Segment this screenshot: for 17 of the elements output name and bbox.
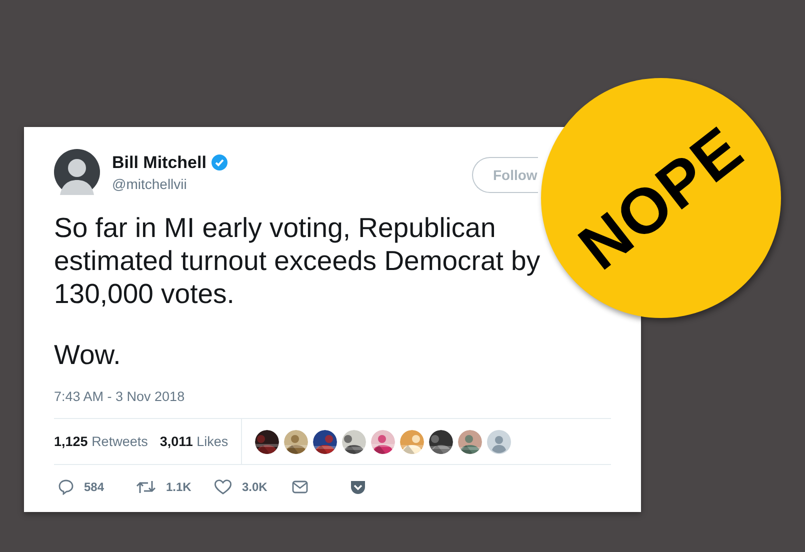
reply-icon[interactable] [58,479,74,495]
action-count: 584 [84,480,104,494]
default-avatar-icon[interactable] [487,430,512,454]
tweet-text: Wow. [54,338,122,371]
action-count: 1.1K [166,480,192,494]
heart-icon[interactable] [214,479,232,495]
pocket-icon[interactable] [350,480,366,494]
author-handle[interactable]: @mitchellvii [112,176,460,192]
stat-count[interactable]: 1,125 Retweets [54,434,148,449]
avatar[interactable] [54,149,100,195]
tweet-timestamp[interactable]: 7:43 AM - 3 Nov 2018 [54,389,611,404]
envelope-icon[interactable] [292,480,308,494]
retweet-icon[interactable] [136,479,156,495]
action-count: 3.0K [242,480,268,494]
author-name[interactable]: Bill Mitchell [112,152,206,172]
stat-count[interactable]: 3,011 Likes [160,434,228,449]
tweet-text: So far in MI early voting, Republican estimated turnout exceeds Democrat by 130,000 votes. [54,211,542,310]
